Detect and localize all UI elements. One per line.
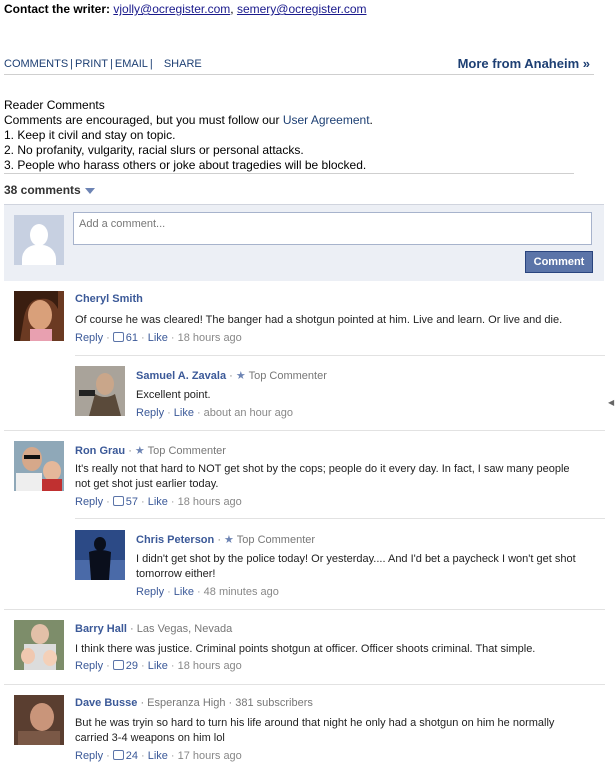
commenter-badge: Top Commenter [236, 534, 316, 546]
commenter-name[interactable]: Dave Busse · Esperanza High · 381 subscr… [75, 697, 313, 709]
comment-time: 18 hours ago [177, 332, 242, 344]
reply-link[interactable]: Reply [75, 496, 103, 508]
print-link[interactable]: PRINT [75, 58, 108, 70]
like-link[interactable]: Like [174, 407, 194, 419]
comment-text: Of course he was cleared! The banger had… [75, 314, 563, 326]
comment-text: It's really not that hard to NOT get sho… [75, 463, 570, 490]
commenter-location: Las Vegas, Nevada [136, 623, 233, 635]
comment-time: 17 hours ago [177, 750, 242, 762]
comment-composer: Add a comment... Comment [4, 204, 604, 281]
reader-intro: Comments are encouraged, but you must fo… [4, 113, 373, 127]
rule-1: 1. Keep it civil and stay on topic. [4, 128, 176, 142]
commenter-badge: Top Commenter [147, 445, 226, 457]
comment-time: 18 hours ago [177, 496, 242, 508]
like-link[interactable]: Like [148, 496, 168, 508]
commenter-badge: Top Commenter [248, 370, 327, 382]
comments-count[interactable]: 38 comments [4, 183, 95, 197]
comment-actions: Reply · Like · 48 minutes ago [136, 586, 279, 598]
avatar[interactable] [14, 620, 64, 670]
article-toolbar: COMMENTS | PRINT | EMAIL | SHARE More from An… [4, 56, 594, 75]
comment-text: I didn't get shot by the police today! O… [136, 553, 576, 580]
like-link[interactable]: Like [174, 586, 194, 598]
commenter-name[interactable]: Cheryl Smith [75, 293, 143, 305]
commenter-name[interactable]: Barry Hall · Las Vegas, Nevada [75, 623, 232, 635]
comment-text: I think there was justice. Criminal poin… [75, 643, 536, 655]
like-link[interactable]: Like [148, 660, 168, 672]
like-thumb-icon [112, 660, 124, 670]
comment-actions: Reply · 57 · Like · 18 hours ago [75, 496, 242, 508]
reader-comments-section: Reader Comments Comments are encouraged,… [4, 98, 574, 173]
comment-time: 48 minutes ago [203, 586, 279, 598]
avatar[interactable] [14, 695, 64, 745]
comment-button[interactable]: Comment [525, 251, 593, 273]
comment-actions: Reply · 29 · Like · 18 hours ago [75, 660, 242, 672]
star-icon: ★ [224, 534, 234, 546]
reply-link[interactable]: Reply [75, 332, 103, 344]
divider [75, 518, 605, 519]
divider [4, 684, 605, 685]
like-count: 24 [125, 750, 139, 762]
comment-actions: Reply · Like · about an hour ago [136, 407, 293, 419]
rule-3: 3. People who harass others or joke abou… [4, 158, 367, 172]
avatar[interactable] [75, 366, 125, 416]
like-thumb-icon [112, 332, 124, 342]
comment-actions: Reply · 24 · Like · 17 hours ago [75, 750, 242, 762]
reader-comments-title: Reader Comments [4, 98, 105, 112]
share-link[interactable]: SHARE [164, 58, 202, 70]
scroll-arrow-icon[interactable]: ◀ [608, 398, 614, 407]
comment-time: 18 hours ago [177, 660, 242, 672]
like-link[interactable]: Like [148, 750, 168, 762]
commenter-name[interactable]: Chris Peterson · ★ Top Commenter [136, 533, 315, 546]
comment-time: about an hour ago [203, 407, 293, 419]
like-thumb-icon [112, 750, 124, 760]
reply-link[interactable]: Reply [75, 750, 103, 762]
avatar[interactable] [14, 441, 64, 491]
divider [4, 173, 574, 174]
like-count: 61 [125, 332, 139, 344]
contact-line: Contact the writer: vjolly@ocregister.co… [4, 2, 367, 16]
divider [75, 355, 605, 356]
star-icon: ★ [235, 370, 246, 382]
comment-text: But he was tryin so hard to turn his lif… [75, 717, 555, 744]
commenter-name[interactable]: Samuel A. Zavala · ★ Top Commenter [136, 369, 327, 382]
email-link[interactable]: EMAIL [115, 58, 148, 70]
comments-link[interactable]: COMMENTS [4, 58, 68, 70]
contact-label: Contact the writer: [4, 2, 111, 16]
star-icon: ★ [134, 445, 145, 457]
rule-2: 2. No profanity, vulgarity, racial slurs… [4, 143, 304, 157]
like-link[interactable]: Like [148, 332, 168, 344]
reply-link[interactable]: Reply [136, 586, 164, 598]
more-from-anaheim-link[interactable]: More from Anaheim » [458, 56, 590, 71]
commenter-name[interactable]: Ron Grau · ★ Top Commenter [75, 444, 226, 457]
chevron-down-icon[interactable] [84, 187, 95, 194]
commenter-school: Esperanza High · 381 subscribers [147, 697, 313, 709]
avatar-placeholder-icon [14, 215, 64, 265]
writer-email-link[interactable]: vjolly@ocregister.com [113, 2, 230, 16]
reply-link[interactable]: Reply [136, 407, 164, 419]
comment-actions: Reply · 61 · Like · 18 hours ago [75, 332, 242, 344]
avatar[interactable] [75, 530, 125, 580]
divider [4, 430, 605, 431]
user-agreement-link[interactable]: User Agreement [283, 113, 370, 127]
like-thumb-icon [112, 496, 124, 506]
like-count: 29 [125, 660, 139, 672]
comment-text: Excellent point. [136, 389, 211, 401]
like-count: 57 [125, 496, 139, 508]
divider [4, 609, 605, 610]
writer-email-link-2[interactable]: semery@ocregister.com [237, 2, 367, 16]
add-comment-input[interactable]: Add a comment... [73, 212, 592, 245]
reply-link[interactable]: Reply [75, 660, 103, 672]
avatar[interactable] [14, 291, 64, 341]
